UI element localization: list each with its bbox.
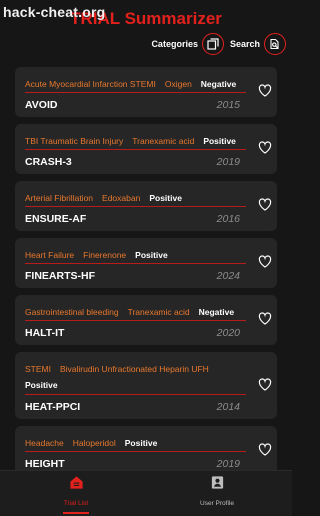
- favorite-heart-icon[interactable]: [258, 378, 272, 391]
- result-badge: Positive: [124, 438, 158, 448]
- search-button[interactable]: [264, 33, 286, 55]
- drug-tag: Finerenone: [83, 250, 127, 260]
- drug-tag: Bivalirudin Unfractionated Heparin UFH: [59, 364, 209, 374]
- trial-name: AVOID: [25, 99, 58, 111]
- trial-year: 2015: [216, 99, 240, 111]
- divider: [25, 320, 246, 322]
- nav-user-profile-label: User Profile: [200, 500, 234, 507]
- drug-tag: Oxigen: [164, 79, 192, 89]
- trial-tags: Gastrointestinal bleeding Tranexamic acid…: [25, 304, 241, 320]
- active-indicator: [63, 512, 89, 514]
- favorite-heart-icon[interactable]: [258, 84, 272, 97]
- result-badge: Positive: [149, 193, 182, 203]
- trial-year: 2024: [216, 270, 240, 282]
- trial-name: HEIGHT: [25, 458, 65, 470]
- categories-icon: [207, 38, 219, 50]
- watermark: hack-cheat.org: [3, 4, 106, 20]
- drug-tag: Tranexamic acid: [127, 307, 190, 317]
- condition-tag: Acute Myocardial Infarction STEMI: [25, 79, 156, 89]
- trial-year: 2019: [216, 458, 240, 470]
- drug-tag: Tranexamic acid: [132, 136, 195, 146]
- trial-card[interactable]: Gastrointestinal bleeding Tranexamic acid…: [15, 295, 277, 345]
- result-badge: Negative: [200, 79, 237, 89]
- divider: [25, 92, 246, 94]
- result-badge: Positive: [135, 250, 168, 260]
- divider: [25, 149, 246, 151]
- divider: [25, 263, 246, 265]
- bottom-nav: Trial List User Profile: [0, 470, 292, 516]
- drug-tag: Edoxaban: [102, 193, 141, 203]
- favorite-heart-icon[interactable]: [258, 443, 272, 456]
- favorite-heart-icon[interactable]: [258, 198, 272, 211]
- trial-name: FINEARTS-HF: [25, 270, 95, 282]
- trial-tags: Heart Failure Finerenone Positive: [25, 247, 241, 263]
- nav-trial-list-label: Trial List: [63, 500, 89, 507]
- home-list-icon: [69, 476, 83, 489]
- trial-tags: TBI Traumatic Brain Injury Tranexamic aci…: [25, 133, 241, 149]
- favorite-heart-icon[interactable]: [258, 312, 272, 325]
- top-toolbar: Categories Search: [151, 33, 286, 55]
- trial-card[interactable]: STEMI Bivalirudin Unfractionated Heparin …: [15, 352, 277, 419]
- trial-card[interactable]: Arterial Fibrillation Edoxaban Positive EN…: [15, 181, 277, 231]
- nav-user-profile[interactable]: User Profile: [167, 475, 267, 510]
- trial-tags: STEMI Bivalirudin Unfractionated Heparin …: [25, 361, 241, 393]
- condition-tag: STEMI: [25, 364, 51, 374]
- condition-tag: TBI Traumatic Brain Injury: [25, 136, 124, 146]
- result-badge: Positive: [25, 380, 58, 390]
- divider: [25, 451, 246, 453]
- trial-card[interactable]: TBI Traumatic Brain Injury Tranexamic aci…: [15, 124, 277, 174]
- categories-button[interactable]: [201, 33, 224, 55]
- trial-card[interactable]: Heart Failure Finerenone Positive FINEARTS…: [15, 238, 277, 288]
- nav-trial-list[interactable]: Trial List: [26, 475, 126, 514]
- trial-tags: Arterial Fibrillation Edoxaban Positive: [25, 190, 241, 206]
- trial-name: HEAT-PPCI: [25, 401, 81, 413]
- favorite-heart-icon[interactable]: [258, 255, 272, 268]
- result-badge: Negative: [198, 307, 235, 317]
- trial-card[interactable]: Acute Myocardial Infarction STEMI Oxigen N…: [15, 67, 277, 117]
- condition-tag: Heart Failure: [25, 250, 75, 260]
- result-badge: Positive: [203, 136, 236, 146]
- trial-year: 2016: [216, 213, 240, 225]
- drug-tag: Haloperidol: [72, 438, 116, 448]
- trial-name: ENSURE-AF: [25, 213, 87, 225]
- condition-tag: Arterial Fibrillation: [25, 193, 94, 203]
- trial-name: HALT-IT: [25, 327, 65, 339]
- trial-list[interactable]: Acute Myocardial Infarction STEMI Oxigen N…: [0, 62, 292, 470]
- search-label[interactable]: Search: [230, 39, 260, 49]
- trial-year: 2019: [216, 156, 240, 168]
- divider: [25, 206, 246, 208]
- user-profile-icon: [211, 476, 223, 489]
- divider: [25, 394, 246, 396]
- trial-name: CRASH-3: [25, 156, 72, 168]
- trial-year: 2020: [216, 327, 240, 339]
- search-icon: [270, 38, 279, 50]
- trial-card[interactable]: Headache Haloperidol Positive HEIGHT 2019: [15, 426, 277, 470]
- condition-tag: Gastrointestinal bleeding: [25, 307, 119, 317]
- condition-tag: Headache: [25, 438, 64, 448]
- favorite-heart-icon[interactable]: [258, 141, 272, 154]
- categories-label[interactable]: Categories: [151, 39, 198, 49]
- trial-year: 2014: [216, 401, 240, 413]
- trial-tags: Acute Myocardial Infarction STEMI Oxigen N…: [25, 76, 241, 92]
- trial-tags: Headache Haloperidol Positive: [25, 435, 241, 451]
